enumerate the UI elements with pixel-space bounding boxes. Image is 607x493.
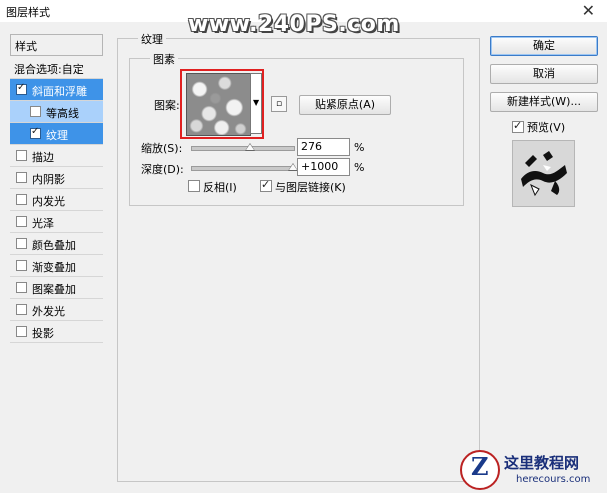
blend-options-label: 混合选项:自定 (14, 63, 84, 76)
style-item-checkbox[interactable] (16, 216, 27, 227)
style-item[interactable]: 图案叠加 (10, 277, 103, 299)
snap-to-origin-button[interactable]: 贴紧原点(A) (299, 95, 391, 115)
invert-label: 反相(I) (203, 181, 237, 194)
style-item[interactable]: 纹理 (10, 123, 103, 145)
style-item[interactable]: 等高线 (10, 101, 103, 123)
depth-input[interactable]: +1000 (297, 158, 350, 176)
invert-checkbox[interactable] (188, 180, 200, 192)
style-item-checkbox[interactable] (16, 326, 27, 337)
link-with-layer-label: 与图层链接(K) (275, 181, 346, 194)
style-item[interactable]: 颜色叠加 (10, 233, 103, 255)
scale-slider-track[interactable] (191, 146, 295, 151)
style-item-checkbox[interactable] (16, 82, 27, 95)
style-item-checkbox[interactable] (16, 150, 27, 161)
style-item-checkbox[interactable] (16, 238, 27, 249)
style-item[interactable]: 描边 (10, 145, 103, 167)
preview-label: 预览(V) (527, 121, 566, 134)
style-item[interactable]: 斜面和浮雕 (10, 79, 103, 101)
logo-glyph: Z (471, 452, 489, 481)
highlight-frame (180, 69, 264, 139)
style-item-checkbox[interactable] (16, 282, 27, 293)
blend-options-item[interactable]: 混合选项:自定 (10, 57, 103, 79)
style-item[interactable]: 内发光 (10, 189, 103, 211)
style-item-checkbox[interactable] (16, 194, 27, 205)
style-item-checkbox[interactable] (16, 172, 27, 183)
texture-section-title: 纹理 (138, 31, 166, 47)
window-title: 图层样式 (6, 6, 50, 19)
watermark-text: www.240PS.com (188, 12, 400, 37)
scale-label: 缩放(S): (141, 142, 183, 155)
style-item-label: 内发光 (32, 195, 65, 208)
style-item-checkbox[interactable] (16, 304, 27, 315)
style-item-label: 内阴影 (32, 173, 65, 186)
styles-list: 样式 混合选项:自定 斜面和浮雕等高线纹理描边内阴影内发光光泽颜色叠加渐变叠加图… (10, 34, 103, 347)
style-item-checkbox[interactable] (16, 260, 27, 271)
new-style-button[interactable]: 新建样式(W)... (490, 92, 598, 112)
style-item-label: 颜色叠加 (32, 239, 76, 252)
style-item-label: 光泽 (32, 217, 54, 230)
logo-sub-text: herecours.com (516, 474, 591, 485)
logo-main-text: 这里教程网 (504, 454, 580, 472)
style-item-label: 纹理 (46, 129, 68, 142)
style-item-label: 投影 (32, 327, 54, 340)
style-item[interactable]: 外发光 (10, 299, 103, 321)
style-item-label: 渐变叠加 (32, 261, 76, 274)
style-item[interactable]: 内阴影 (10, 167, 103, 189)
pattern-label: 图案: (154, 99, 180, 112)
styles-header[interactable]: 样式 (10, 34, 103, 56)
new-preset-icon[interactable]: ▫ (271, 96, 287, 112)
scale-slider-thumb[interactable] (245, 143, 255, 151)
scale-input[interactable]: 276 (297, 138, 350, 156)
styles-header-label: 样式 (15, 40, 37, 53)
style-item-label: 等高线 (46, 107, 79, 120)
depth-label: 深度(D): (141, 163, 184, 176)
style-item-label: 描边 (32, 151, 54, 164)
close-icon[interactable]: ✕ (582, 1, 595, 20)
style-preview-thumbnail (512, 140, 575, 207)
ok-button[interactable]: 确定 (490, 36, 598, 56)
depth-unit: % (354, 161, 365, 174)
style-item-checkbox[interactable] (30, 106, 41, 117)
style-item[interactable]: 光泽 (10, 211, 103, 233)
style-item-label: 图案叠加 (32, 283, 76, 296)
style-item-checkbox[interactable] (30, 126, 41, 139)
depth-slider-track[interactable] (191, 166, 295, 171)
preview-checkbox[interactable] (512, 119, 524, 133)
link-with-layer-checkbox[interactable] (260, 178, 272, 192)
cancel-button[interactable]: 取消 (490, 64, 598, 84)
site-logo: Z 这里教程网 herecours.com (460, 448, 607, 493)
style-item[interactable]: 渐变叠加 (10, 255, 103, 277)
preview-art-icon (521, 151, 567, 197)
scale-unit: % (354, 141, 365, 154)
style-item-label: 外发光 (32, 305, 65, 318)
style-item-label: 斜面和浮雕 (32, 85, 87, 98)
style-item[interactable]: 投影 (10, 321, 103, 343)
elements-group-title: 图素 (150, 51, 178, 67)
